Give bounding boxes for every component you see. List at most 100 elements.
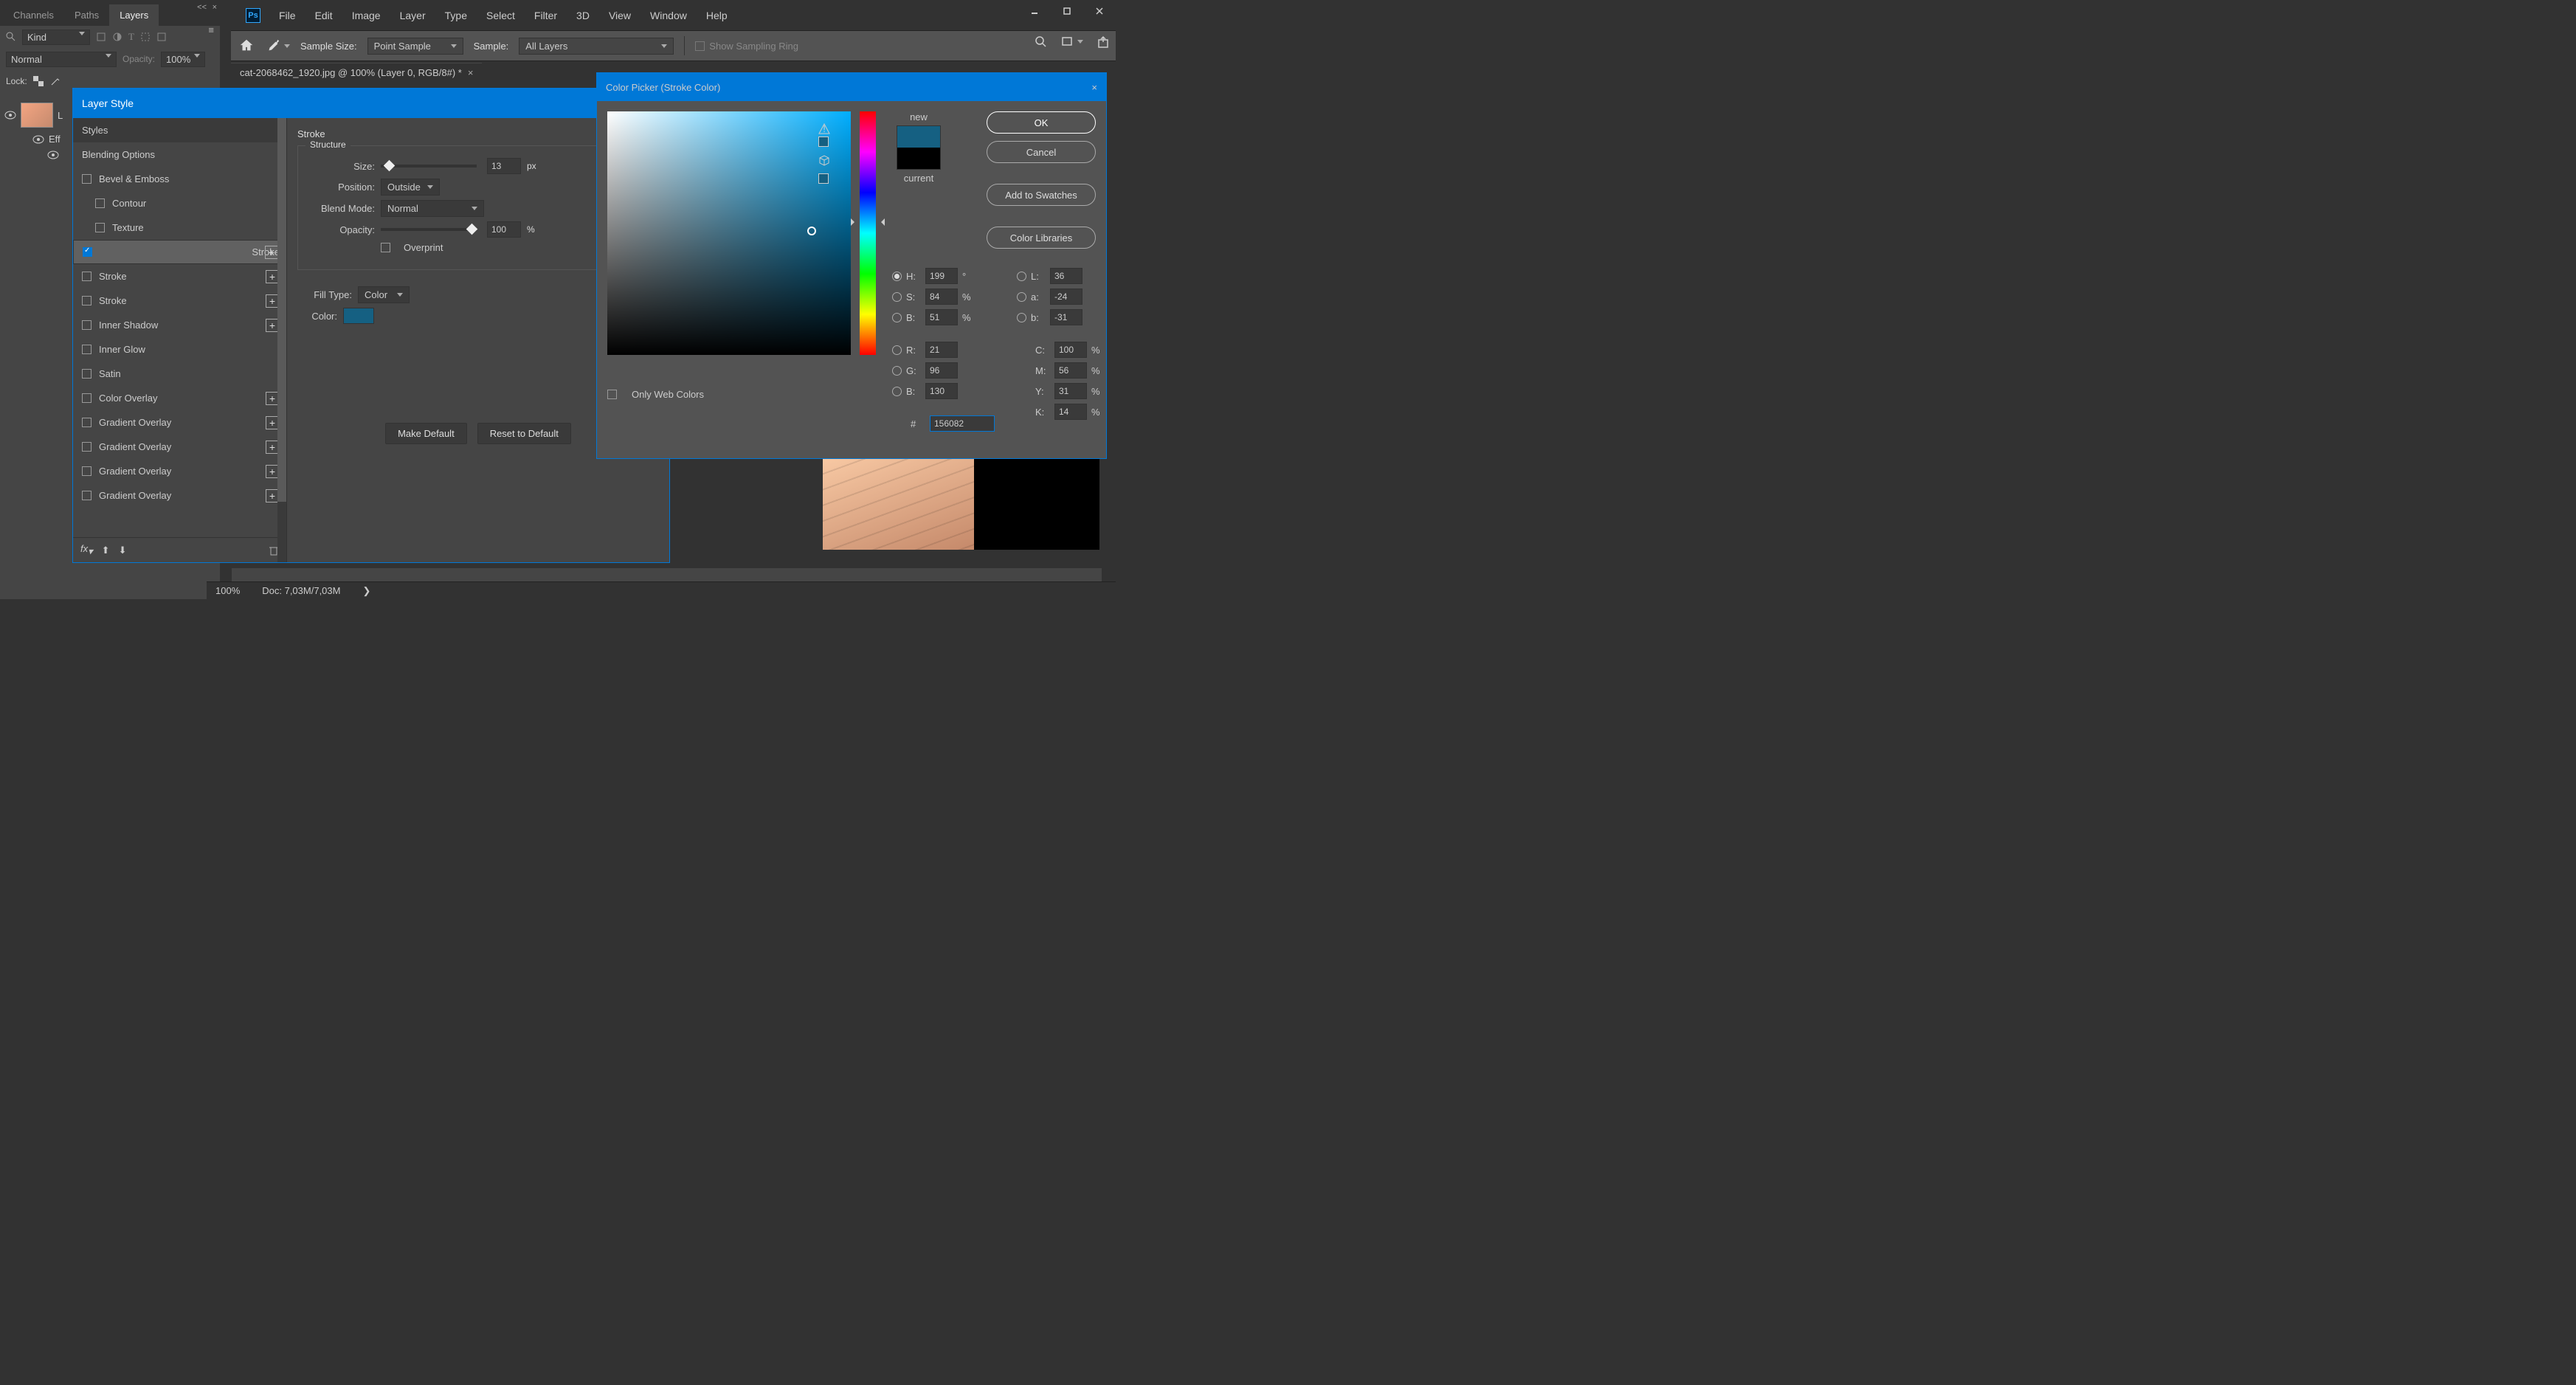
current-color-swatch[interactable] [897, 148, 940, 169]
paths-tab[interactable]: Paths [64, 4, 109, 26]
overprint-checkbox[interactable] [381, 243, 390, 252]
web-colors-checkbox[interactable] [607, 390, 617, 399]
eyedropper-tool-icon[interactable] [265, 38, 281, 54]
sample-select[interactable]: All Layers [519, 38, 674, 55]
effect-row-satin[interactable]: Satin [73, 362, 286, 386]
effects-scrollbar[interactable] [277, 118, 286, 562]
panel-menu-icon[interactable]: ≡ [208, 24, 214, 35]
effect-checkbox[interactable] [83, 247, 92, 257]
show-sampling-ring-checkbox[interactable] [695, 41, 705, 51]
reset-default-button[interactable]: Reset to Default [477, 423, 571, 444]
bb-radio[interactable] [892, 387, 902, 396]
opacity-slider[interactable] [381, 228, 477, 231]
document-tab-close-icon[interactable]: × [468, 67, 474, 78]
menu-help[interactable]: Help [697, 7, 737, 24]
l-input[interactable] [1050, 268, 1082, 284]
effect-checkbox[interactable] [82, 369, 91, 379]
effect-checkbox[interactable] [82, 174, 91, 184]
window-close-button[interactable] [1083, 0, 1116, 22]
add-effect-icon[interactable]: + [265, 246, 278, 259]
layers-tab[interactable]: Layers [109, 4, 159, 26]
layer-name[interactable]: L [58, 110, 63, 121]
menu-3d[interactable]: 3D [567, 7, 599, 24]
hex-input[interactable] [930, 415, 995, 432]
lab-b-input[interactable] [1050, 309, 1082, 325]
m-input[interactable] [1054, 362, 1087, 379]
r-radio[interactable] [892, 345, 902, 355]
a-input[interactable] [1050, 289, 1082, 305]
effect-checkbox[interactable] [82, 442, 91, 452]
window-maximize-button[interactable] [1051, 0, 1083, 22]
panel-collapse-icon[interactable]: << [197, 3, 207, 12]
s-radio[interactable] [892, 292, 902, 302]
menu-file[interactable]: File [269, 7, 305, 24]
opacity-select[interactable]: 100% [161, 52, 205, 67]
warning-icon[interactable]: ! [818, 123, 830, 135]
y-input[interactable] [1054, 383, 1087, 399]
effect-row-stroke[interactable]: Stroke+ [73, 289, 286, 313]
position-select[interactable]: Outside [381, 179, 440, 196]
visibility-icon[interactable] [32, 135, 44, 144]
smartobject-filter-icon[interactable] [156, 32, 167, 42]
menu-filter[interactable]: Filter [525, 7, 567, 24]
kind-filter-select[interactable]: Kind [22, 30, 90, 45]
effect-checkbox[interactable] [82, 296, 91, 305]
channels-tab[interactable]: Channels [3, 4, 64, 26]
gamut-swatch[interactable] [818, 137, 829, 147]
lab-b-radio[interactable] [1017, 313, 1026, 322]
move-up-icon[interactable]: ⬆ [102, 545, 110, 556]
ok-button[interactable]: OK [987, 111, 1096, 134]
blendmode-select[interactable]: Normal [381, 200, 484, 217]
effect-row-stroke[interactable]: Stroke+ [73, 240, 286, 264]
effect-row-contour[interactable]: Contour [73, 191, 286, 215]
adjustment-filter-icon[interactable] [112, 32, 122, 42]
hue-slider[interactable] [860, 111, 876, 355]
effect-row-bevel-emboss[interactable]: Bevel & Emboss [73, 167, 286, 191]
saturation-brightness-field[interactable] [607, 111, 851, 355]
share-icon[interactable] [1097, 35, 1110, 49]
menu-select[interactable]: Select [477, 7, 525, 24]
effect-row-gradient-overlay[interactable]: Gradient Overlay+ [73, 435, 286, 459]
websafe-swatch[interactable] [818, 173, 829, 184]
h-input[interactable] [925, 268, 958, 284]
r-input[interactable] [925, 342, 958, 358]
screen-mode-icon[interactable] [1061, 35, 1074, 49]
effect-row-texture[interactable]: Texture [73, 215, 286, 240]
visibility-icon[interactable] [4, 111, 16, 120]
blending-options-row[interactable]: Blending Options [73, 142, 286, 167]
make-default-button[interactable]: Make Default [385, 423, 467, 444]
shape-filter-icon[interactable] [140, 32, 151, 42]
b-radio[interactable] [892, 313, 902, 322]
pixel-filter-icon[interactable] [96, 32, 106, 42]
effect-checkbox[interactable] [82, 345, 91, 354]
effect-row-gradient-overlay[interactable]: Gradient Overlay+ [73, 483, 286, 508]
h-radio[interactable] [892, 272, 902, 281]
color-swatch[interactable] [343, 308, 374, 324]
effect-checkbox[interactable] [82, 466, 91, 476]
effect-checkbox[interactable] [95, 223, 105, 232]
menu-view[interactable]: View [599, 7, 640, 24]
home-icon[interactable] [238, 38, 255, 54]
add-to-swatches-button[interactable]: Add to Swatches [987, 184, 1096, 206]
menu-image[interactable]: Image [342, 7, 390, 24]
g-radio[interactable] [892, 366, 902, 376]
menu-type[interactable]: Type [435, 7, 477, 24]
status-flyout-icon[interactable]: ❯ [362, 585, 370, 597]
blend-mode-select[interactable]: Normal [6, 52, 117, 67]
effects-label[interactable]: Eff [49, 134, 61, 145]
filltype-select[interactable]: Color [358, 286, 410, 303]
type-filter-icon[interactable]: T [128, 31, 134, 43]
effect-row-inner-shadow[interactable]: Inner Shadow+ [73, 313, 286, 337]
effect-checkbox[interactable] [82, 393, 91, 403]
color-libraries-button[interactable]: Color Libraries [987, 227, 1096, 249]
styles-header[interactable]: Styles [73, 118, 286, 142]
menu-window[interactable]: Window [640, 7, 697, 24]
menu-edit[interactable]: Edit [305, 7, 342, 24]
zoom-level[interactable]: 100% [215, 585, 240, 596]
filter-search-icon[interactable] [6, 32, 16, 42]
move-down-icon[interactable]: ⬇ [119, 545, 127, 556]
a-radio[interactable] [1017, 292, 1026, 302]
effect-checkbox[interactable] [82, 418, 91, 427]
cancel-button[interactable]: Cancel [987, 141, 1096, 163]
c-input[interactable] [1054, 342, 1087, 358]
